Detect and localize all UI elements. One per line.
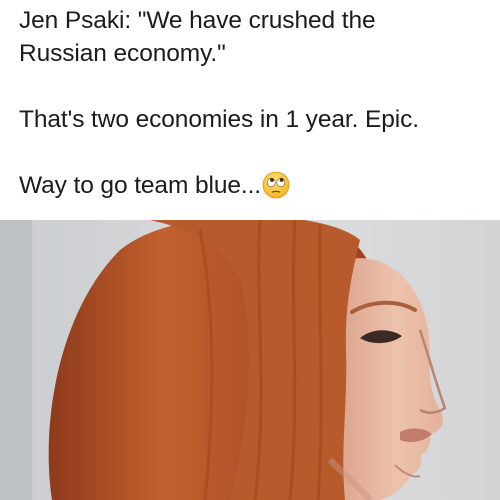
profile-photo — [0, 220, 500, 500]
caption-line-4: Way to go team blue... — [19, 172, 262, 199]
post-caption: Jen Psaki: "We have crushed the Russian … — [19, 4, 489, 202]
caption-line-1: Jen Psaki: "We have crushed the — [19, 7, 376, 34]
caption-line-4-wrap: Way to go team blue... — [19, 169, 489, 202]
caption-line-2: Russian economy." — [19, 40, 226, 67]
caption-line-3: That's two economies in 1 year. Epic. — [19, 106, 419, 133]
background-wall-edge — [0, 220, 32, 500]
meme-post: Jen Psaki: "We have crushed the Russian … — [0, 0, 500, 500]
face-with-rolling-eyes-icon — [262, 171, 290, 199]
